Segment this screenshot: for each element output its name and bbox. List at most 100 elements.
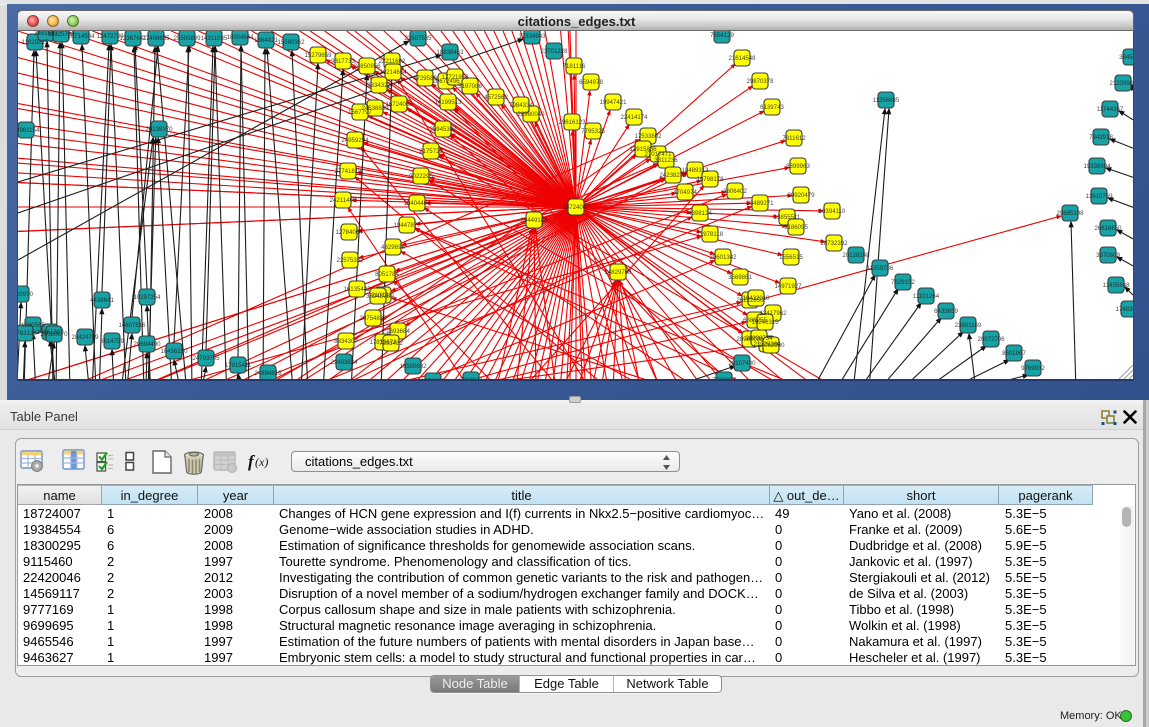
svg-text:6618841: 6618841 xyxy=(459,377,483,381)
svg-text:22211662: 22211662 xyxy=(379,58,406,65)
svg-text:15560362: 15560362 xyxy=(277,39,305,46)
svg-text:7811612: 7811612 xyxy=(782,135,806,142)
svg-text:7181116: 7181116 xyxy=(563,63,586,70)
svg-text:17483869: 17483869 xyxy=(1115,306,1134,313)
svg-text:9769932: 9769932 xyxy=(1021,365,1045,372)
svg-text:11359736: 11359736 xyxy=(867,265,894,272)
svg-text:27741819: 27741819 xyxy=(334,168,362,175)
svg-text:20128248: 20128248 xyxy=(842,252,870,259)
svg-text:8399963: 8399963 xyxy=(786,163,810,170)
svg-text:7629152: 7629152 xyxy=(891,279,915,286)
svg-text:6594978: 6594978 xyxy=(579,79,603,86)
svg-text:22980040: 22980040 xyxy=(517,111,545,118)
svg-text:18724007: 18724007 xyxy=(562,204,590,211)
svg-text:21614548: 21614548 xyxy=(728,55,756,62)
svg-text:4783136: 4783136 xyxy=(18,330,37,337)
svg-text:19246315: 19246315 xyxy=(751,319,779,326)
svg-text:9022295: 9022295 xyxy=(409,173,433,180)
svg-text:4438641: 4438641 xyxy=(90,297,114,304)
svg-text:18798178: 18798178 xyxy=(696,176,724,183)
svg-text:29685198: 29685198 xyxy=(1056,210,1084,217)
svg-text:20138370: 20138370 xyxy=(145,126,173,133)
svg-text:19214664: 19214664 xyxy=(379,69,407,76)
svg-text:13455648: 13455648 xyxy=(1102,282,1130,289)
svg-text:4572562: 4572562 xyxy=(484,94,508,101)
svg-text:18004644: 18004644 xyxy=(226,34,254,41)
svg-text:27408655: 27408655 xyxy=(142,35,170,42)
svg-text:3569861: 3569861 xyxy=(728,274,752,281)
svg-text:14311035: 14311035 xyxy=(201,35,228,42)
svg-text:22483624: 22483624 xyxy=(330,359,358,366)
svg-text:22414174: 22414174 xyxy=(620,114,648,121)
svg-text:29870378: 29870378 xyxy=(746,78,774,85)
svg-text:24063960: 24063960 xyxy=(757,342,785,349)
svg-text:23801169: 23801169 xyxy=(955,322,982,329)
svg-text:26616650: 26616650 xyxy=(1094,225,1122,232)
svg-text:29920479: 29920479 xyxy=(787,192,815,199)
svg-text:14971927: 14971927 xyxy=(774,283,802,290)
svg-text:21239984: 21239984 xyxy=(1109,80,1134,87)
svg-text:18961154: 18961154 xyxy=(18,127,40,134)
svg-text:6433659: 6433659 xyxy=(934,308,958,315)
svg-text:24850956: 24850956 xyxy=(353,63,381,70)
svg-text:29694490: 29694490 xyxy=(133,341,161,348)
svg-text:12784064: 12784064 xyxy=(335,229,363,236)
svg-text:17533802: 17533802 xyxy=(634,133,662,140)
svg-text:4829696: 4829696 xyxy=(381,244,405,251)
svg-text:6614759: 6614759 xyxy=(100,338,124,345)
svg-text:26908734: 26908734 xyxy=(745,335,773,342)
svg-text:12417962: 12417962 xyxy=(759,310,787,317)
svg-text:7795325: 7795325 xyxy=(581,128,605,135)
svg-text:19947421: 19947421 xyxy=(599,99,627,106)
svg-text:13910759: 13910759 xyxy=(1085,193,1113,200)
svg-text:23489271: 23489271 xyxy=(746,200,774,207)
svg-text:16456220: 16456220 xyxy=(160,348,188,355)
svg-text:9186095: 9186095 xyxy=(784,224,808,231)
svg-text:28732392: 28732392 xyxy=(820,240,848,247)
svg-text:29449146: 29449146 xyxy=(520,217,548,224)
svg-text:11978118: 11978118 xyxy=(697,231,724,238)
svg-text:17915411: 17915411 xyxy=(225,362,252,369)
svg-text:3670809: 3670809 xyxy=(1096,252,1120,259)
svg-text:8601967: 8601967 xyxy=(1002,350,1026,357)
svg-text:3894878: 3894878 xyxy=(366,293,390,300)
svg-text:3311236: 3311236 xyxy=(654,157,678,164)
svg-text:7654129: 7654129 xyxy=(710,32,734,39)
svg-text:13855511: 13855511 xyxy=(774,214,801,221)
svg-text:3620970: 3620970 xyxy=(18,291,33,298)
svg-text:22507535: 22507535 xyxy=(404,35,432,42)
svg-text:29754830: 29754830 xyxy=(359,315,387,322)
svg-text:25505899: 25505899 xyxy=(173,35,201,42)
svg-text:24211469: 24211469 xyxy=(330,197,357,204)
svg-text:15279859: 15279859 xyxy=(304,52,332,59)
svg-text:3845877: 3845877 xyxy=(1119,54,1134,61)
svg-text:17721958: 17721958 xyxy=(441,74,469,81)
svg-text:1580565: 1580565 xyxy=(21,322,45,329)
svg-text:16135442: 16135442 xyxy=(343,286,371,293)
svg-text:3334323: 3334323 xyxy=(367,82,391,89)
svg-text:1567797: 1567797 xyxy=(348,109,372,116)
svg-text:10297254: 10297254 xyxy=(133,294,161,301)
svg-text:10394110: 10394110 xyxy=(819,208,846,215)
svg-text:11101264: 11101264 xyxy=(913,293,940,300)
svg-text:7984334: 7984334 xyxy=(509,102,533,109)
svg-text:1659693: 1659693 xyxy=(421,378,445,381)
svg-text:20601342: 20601342 xyxy=(709,254,737,261)
svg-text:(x): (x) xyxy=(255,455,268,469)
svg-text:5197086: 5197086 xyxy=(458,83,482,90)
svg-text:14829768: 14829768 xyxy=(604,269,632,276)
svg-text:14199513: 14199513 xyxy=(434,99,462,106)
svg-text:2175729: 2175729 xyxy=(419,148,443,155)
svg-text:11744367: 11744367 xyxy=(1097,106,1124,113)
svg-text:18838463: 18838463 xyxy=(436,49,464,56)
svg-text:16724068: 16724068 xyxy=(385,101,413,108)
svg-text:20714534: 20714534 xyxy=(67,33,95,40)
svg-text:20080670: 20080670 xyxy=(40,331,68,338)
svg-text:11029225: 11029225 xyxy=(22,39,49,46)
svg-text:28424799: 28424799 xyxy=(71,334,99,341)
svg-text:22575332: 22575332 xyxy=(336,257,364,264)
svg-text:8051784: 8051784 xyxy=(375,271,399,278)
svg-text:1556515: 1556515 xyxy=(779,254,803,261)
svg-text:14607816: 14607816 xyxy=(118,322,146,329)
svg-text:24238273: 24238273 xyxy=(659,172,687,179)
